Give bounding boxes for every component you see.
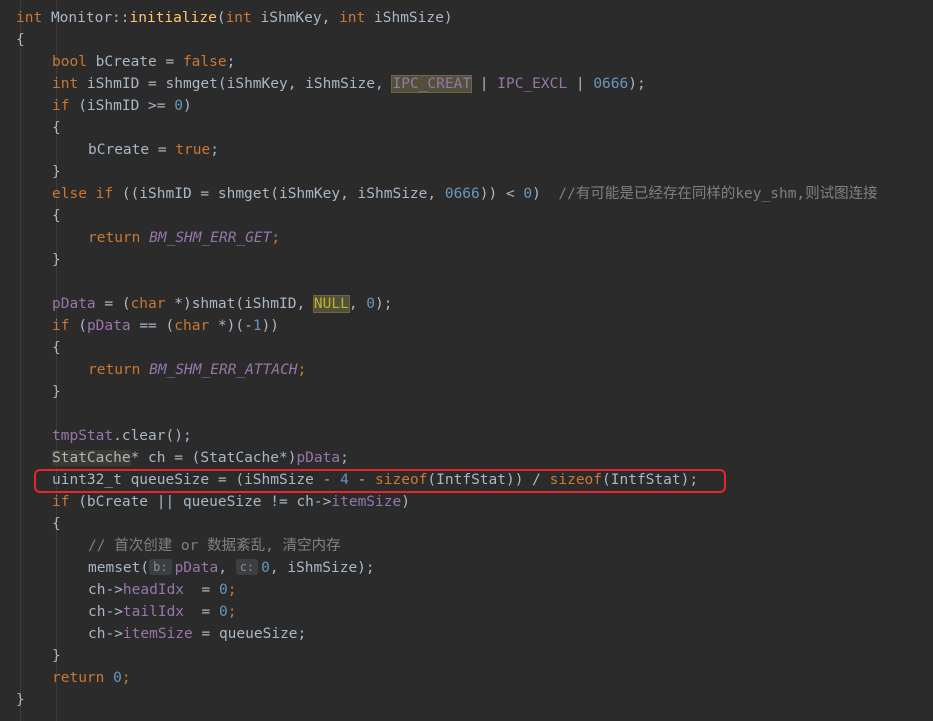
code-line-31: return 0; <box>52 670 131 686</box>
parameter-hint: b: <box>149 559 172 575</box>
code-line-30: } <box>52 648 61 664</box>
code-line-12: } <box>52 252 61 268</box>
highlight-annotation-box <box>34 469 726 493</box>
code-line-21: StatCache* ch = (StatCache*)pData; <box>52 450 349 466</box>
code-line-4: int iShmID = shmget(iShmKey, iShmSize, I… <box>52 75 646 93</box>
code-line-11: return BM_SHM_ERR_GET; <box>88 230 281 246</box>
code-line-16: { <box>52 340 61 356</box>
code-line-6: { <box>52 120 61 136</box>
code-line-3: bool bCreate = false; <box>52 54 236 70</box>
code-line-7: bCreate = true; <box>88 142 219 158</box>
code-line-26: memset(b: pData, c: 0, iShmSize); <box>88 559 375 576</box>
code-line-18: } <box>52 384 61 400</box>
code-line-9: else if ((iShmID = shmget(iShmKey, iShmS… <box>52 186 878 202</box>
code-line-25: // 首次创建 or 数据紊乱, 清空内存 <box>88 538 341 554</box>
code-line-24: { <box>52 516 61 532</box>
code-line-29: ch->itemSize = queueSize; <box>88 626 307 642</box>
code-line-27: ch->headIdx = 0; <box>88 582 237 598</box>
parameter-hint: c: <box>235 559 259 575</box>
code-line-32: } <box>16 692 25 708</box>
code-editor[interactable]: int Monitor::initialize(int iShmKey, int… <box>0 0 933 721</box>
code-line-10: { <box>52 208 61 224</box>
code-line-23: if (bCreate || queueSize != ch->itemSize… <box>52 494 410 510</box>
code-line-17: return BM_SHM_ERR_ATTACH; <box>88 362 307 378</box>
code-line-28: ch->tailIdx = 0; <box>88 604 237 620</box>
code-line-8: } <box>52 164 61 180</box>
code-line-15: if (pData == (char *)(-1)) <box>52 318 280 334</box>
inline-comment: //有可能是已经存在同样的key_shm,则试图连接 <box>558 186 878 202</box>
code-line-5: if (iShmID >= 0) <box>52 98 192 114</box>
code-line-14: pData = (char *)shmat(iShmID, NULL, 0); <box>52 295 393 313</box>
code-line-2: { <box>16 32 25 48</box>
code-line-20: tmpStat.clear(); <box>52 428 192 444</box>
indent-guide <box>20 0 21 721</box>
code-line-1: int Monitor::initialize(int iShmKey, int… <box>16 10 453 26</box>
